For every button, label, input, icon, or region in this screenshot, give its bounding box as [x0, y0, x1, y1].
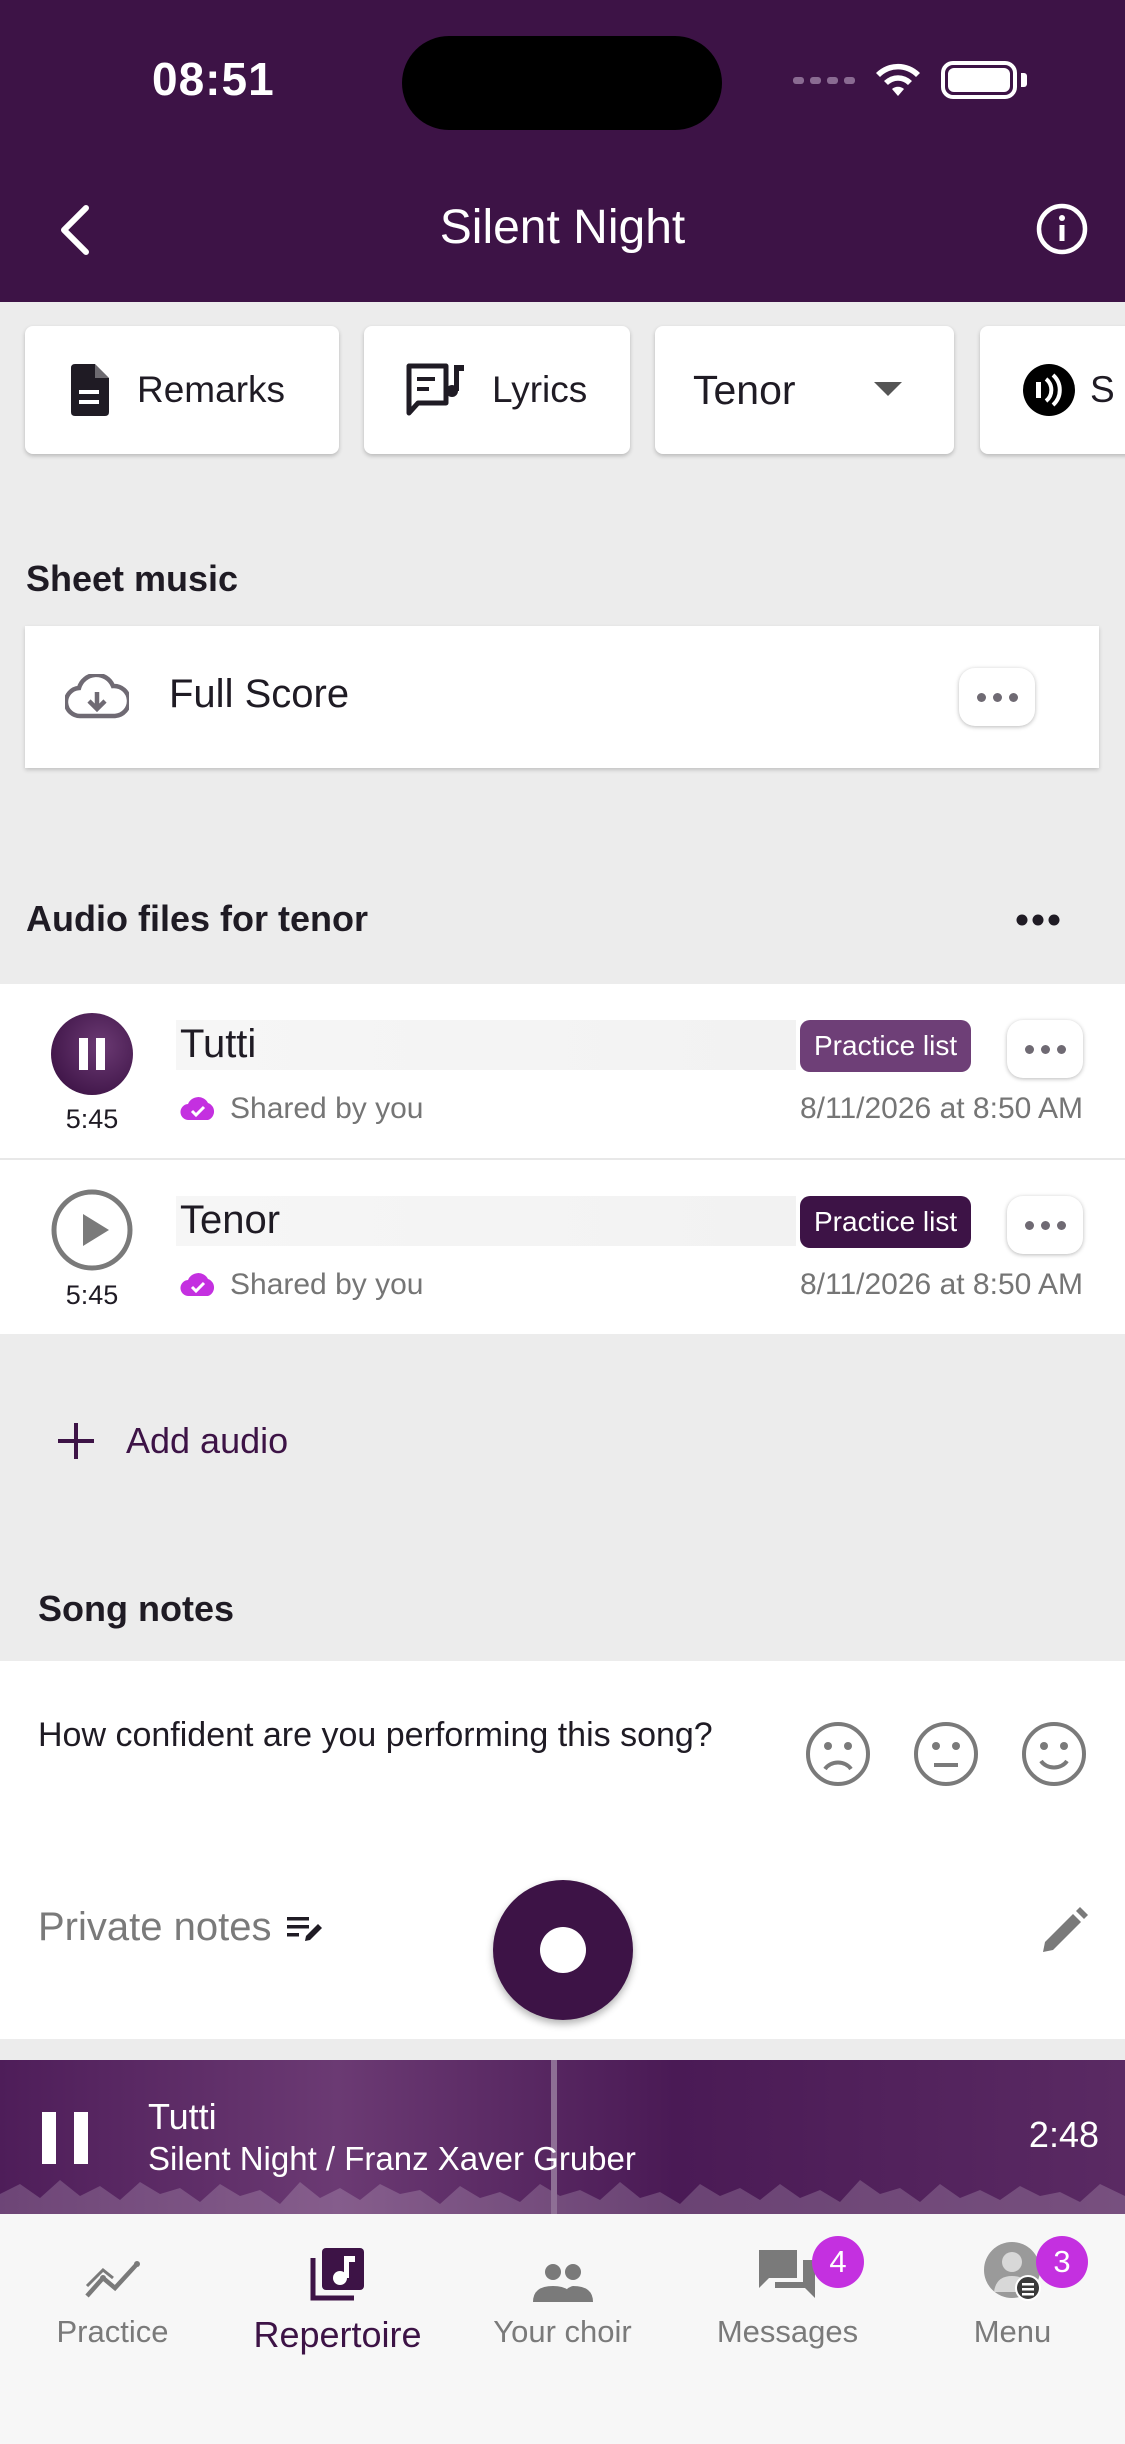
document-icon	[71, 364, 109, 416]
notes-edit-icon	[287, 1916, 323, 1941]
player-pause-button[interactable]	[42, 2112, 88, 2164]
tab-repertoire[interactable]: Repertoire	[225, 2244, 450, 2356]
voice-select-value: Tenor	[693, 366, 796, 413]
music-note-icon	[310, 2248, 364, 2301]
cloud-check-icon	[180, 1273, 215, 1297]
chart-icon	[84, 2261, 140, 2298]
tab-label: Repertoire	[253, 2314, 422, 2355]
page-title: Silent Night	[439, 201, 686, 254]
audio-more-button[interactable]	[1007, 1020, 1083, 1078]
tab-label: Menu	[973, 2314, 1052, 2349]
lyrics-icon	[406, 363, 464, 416]
song-notes-title: Song notes	[38, 1588, 234, 1629]
lyrics-button[interactable]: Lyrics	[364, 326, 630, 454]
tab-practice[interactable]: Practice	[0, 2244, 225, 2350]
pencil-icon[interactable]	[1039, 1906, 1089, 1956]
audio-item[interactable]: 5:45 Tenor Practice list Shared by you 8…	[0, 1160, 1125, 1334]
play-button[interactable]	[50, 1188, 134, 1272]
battery-tip	[1021, 73, 1027, 87]
sound-chip-label: S	[1090, 369, 1115, 410]
player-title: Tutti	[148, 2096, 217, 2137]
audio-section-more-icon[interactable]	[1016, 914, 1060, 926]
sound-chip[interactable]: S	[980, 326, 1125, 454]
shared-label: Shared by you	[230, 1092, 424, 1125]
shared-status: Shared by you	[180, 1268, 423, 1302]
signal-icon	[793, 76, 855, 84]
practice-list-badge[interactable]: Practice list	[800, 1196, 972, 1248]
audio-name: Tenor	[180, 1198, 281, 1242]
shared-status: Shared by you	[180, 1092, 423, 1126]
record-button[interactable]	[493, 1880, 633, 2020]
audio-duration: 5:45	[65, 1104, 119, 1134]
status-time: 08:51	[152, 53, 275, 105]
practice-list-badge[interactable]: Practice list	[800, 1020, 972, 1072]
player-progress-marker[interactable]	[551, 2060, 557, 2214]
tab-messages[interactable]: Messages	[675, 2244, 900, 2350]
mini-player[interactable]: Tutti Silent Night / Franz Xaver Gruber …	[0, 2060, 1125, 2214]
dropdown-arrow-icon	[874, 382, 902, 396]
sound-icon	[1023, 364, 1075, 416]
messages-badge: 4	[812, 2236, 864, 2288]
lyrics-label: Lyrics	[492, 369, 588, 410]
audio-item[interactable]: 5:45 Tutti Practice list Shared by you 8…	[0, 984, 1125, 1158]
sheet-music-title: Sheet music	[26, 558, 239, 599]
battery-icon	[941, 61, 1017, 99]
name-highlight	[176, 1020, 796, 1070]
confidence-options	[805, 1721, 1087, 1787]
audio-section-title: Audio files for tenor	[26, 898, 368, 939]
tab-label: Messages	[716, 2314, 859, 2349]
audio-date: 8/11/2026 at 8:50 AM	[800, 1268, 1083, 1301]
wifi-icon	[876, 63, 920, 96]
player-subtitle: Silent Night / Franz Xaver Gruber	[148, 2140, 636, 2177]
tab-menu[interactable]: Menu	[900, 2242, 1125, 2350]
tab-label: Your choir	[493, 2314, 632, 2349]
chat-icon	[758, 2250, 815, 2298]
audio-list: 5:45 Tutti Practice list Shared by you 8…	[0, 984, 1125, 1334]
bottom-tab-bar: Practice Repertoire Your choir Messages …	[0, 2214, 1125, 2444]
audio-duration: 5:45	[65, 1280, 119, 1310]
private-notes-label: Private notes	[38, 1905, 272, 1949]
plus-icon	[58, 1423, 94, 1459]
audio-date: 8/11/2026 at 8:50 AM	[800, 1092, 1083, 1125]
cloud-check-icon	[180, 1097, 215, 1121]
people-icon	[532, 2264, 593, 2302]
shared-label: Shared by you	[230, 1268, 424, 1301]
info-icon[interactable]	[1035, 202, 1089, 256]
add-audio-label: Add audio	[126, 1420, 289, 1461]
dynamic-island	[402, 36, 722, 130]
add-audio-button[interactable]: Add audio	[56, 1420, 288, 1462]
sheet-music-item[interactable]: Full Score	[25, 626, 1099, 768]
app-header: 08:51 Silent Night	[0, 0, 1125, 302]
happy-face-icon[interactable]	[1021, 1721, 1087, 1787]
menu-badge: 3	[1036, 2236, 1088, 2288]
tab-your-choir[interactable]: Your choir	[450, 2244, 675, 2350]
confidence-question: How confident are you performing this so…	[38, 1716, 713, 1754]
remarks-label: Remarks	[137, 369, 286, 410]
pause-button[interactable]	[50, 1012, 134, 1096]
sad-face-icon[interactable]	[805, 1721, 871, 1787]
voice-select[interactable]: Tenor	[655, 326, 954, 454]
audio-more-button[interactable]	[1007, 1196, 1083, 1254]
status-icons	[793, 60, 1027, 100]
private-notes[interactable]: Private notes	[38, 1905, 325, 1950]
neutral-face-icon[interactable]	[913, 1721, 979, 1787]
player-time: 2:48	[1028, 2114, 1099, 2155]
remarks-button[interactable]: Remarks	[25, 326, 339, 454]
audio-name: Tutti	[180, 1022, 257, 1066]
full-score-label: Full Score	[169, 672, 350, 716]
sheet-more-button[interactable]	[959, 668, 1035, 726]
cloud-download-icon	[65, 674, 129, 719]
record-icon	[540, 1927, 586, 1973]
tab-label: Practice	[56, 2314, 169, 2349]
avatar	[983, 2242, 1041, 2301]
